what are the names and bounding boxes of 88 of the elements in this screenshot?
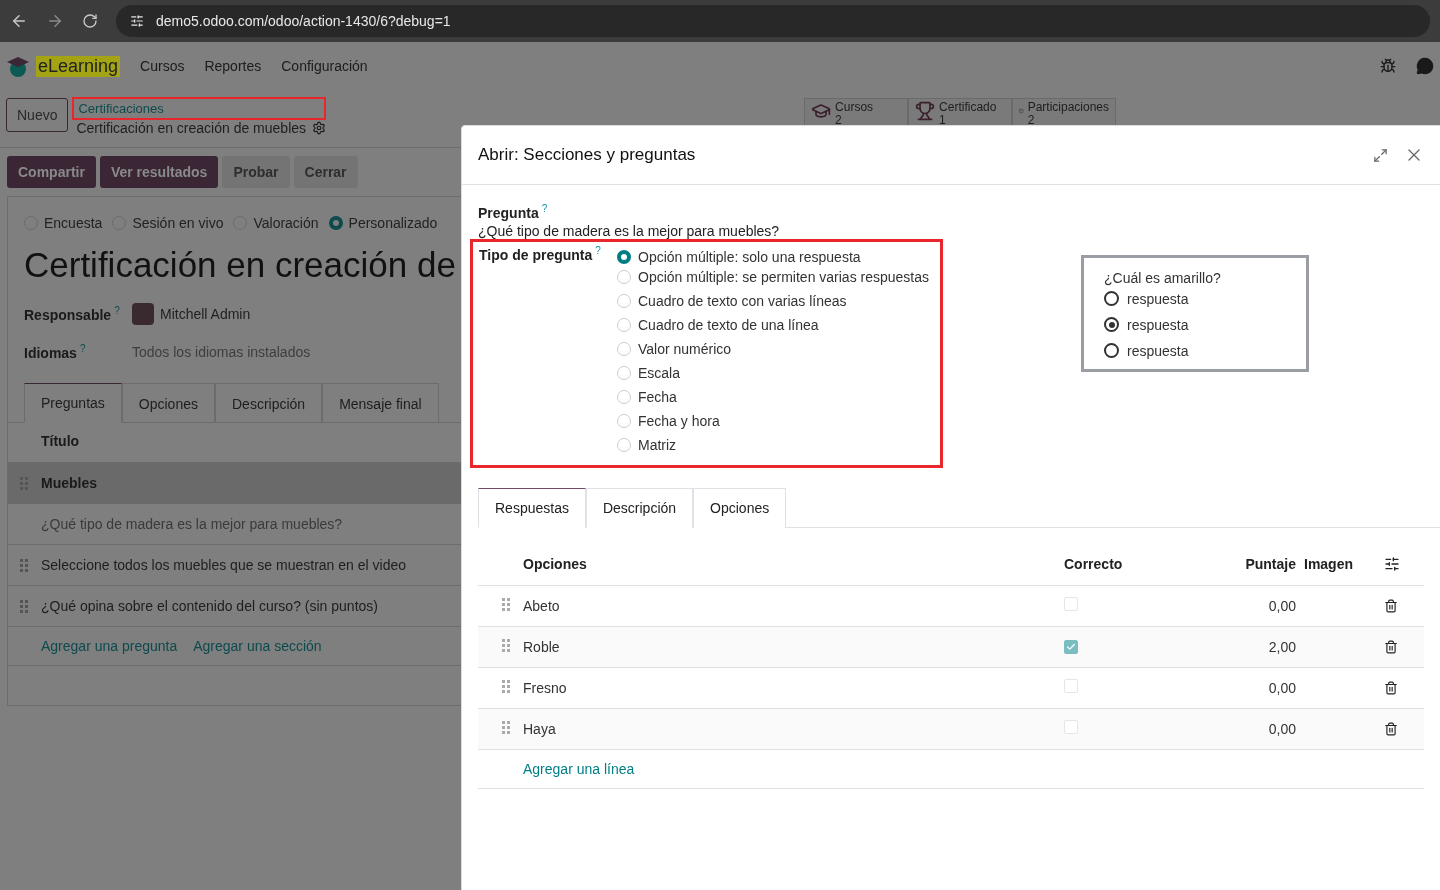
add-link[interactable]: Agregar una pregunta bbox=[41, 638, 178, 654]
preview-answer: respuesta bbox=[1127, 316, 1189, 333]
radio-label: Opción múltiple: solo una respuesta bbox=[638, 248, 861, 265]
preview-question: ¿Cuál es amarillo? bbox=[1104, 269, 1222, 286]
field-label: Tipo de pregunta $^{?}$ bbox=[479, 244, 602, 265]
table-cell-text: Fresno bbox=[523, 679, 568, 696]
trash-icon[interactable] bbox=[1384, 721, 1398, 736]
graduation-cap-icon bbox=[811, 101, 832, 121]
settings-icon[interactable] bbox=[312, 121, 327, 135]
table-cell-text: Abeto bbox=[523, 597, 561, 614]
action-button[interactable]: Compartir bbox=[7, 156, 96, 188]
action-button[interactable]: Probar bbox=[222, 156, 290, 188]
forward-icon[interactable] bbox=[46, 12, 64, 30]
avatar bbox=[132, 303, 154, 325]
tab[interactable]: Mensaje final bbox=[322, 383, 439, 423]
field-label: Pregunta $^{?}$ bbox=[478, 203, 549, 221]
tab[interactable]: Opciones bbox=[693, 487, 787, 528]
column-header: Opciones bbox=[523, 556, 588, 573]
table-cell-text: Haya bbox=[523, 720, 557, 737]
tab[interactable]: Opciones bbox=[121, 383, 215, 423]
bug-icon[interactable] bbox=[1380, 58, 1396, 74]
column-header: Título bbox=[41, 433, 80, 449]
menu-item[interactable]: Cursos bbox=[140, 58, 185, 74]
column-header: Imagen bbox=[1304, 556, 1354, 573]
table-cell-text: 0,00 bbox=[1267, 720, 1297, 737]
trophy-icon bbox=[915, 101, 936, 121]
trash-icon[interactable] bbox=[1384, 598, 1398, 613]
field-label: Idiomas $^{?}$ bbox=[24, 343, 87, 361]
radio-label: Matriz bbox=[638, 437, 677, 454]
column-header: Puntaje bbox=[1244, 556, 1297, 573]
drag-handle-icon[interactable] bbox=[20, 599, 28, 613]
checkbox[interactable] bbox=[1064, 639, 1078, 654]
check-icon bbox=[1066, 641, 1076, 652]
language-field[interactable]: Todos los idiomas instalados bbox=[132, 344, 311, 360]
breadcrumb-link[interactable]: Certificaciones bbox=[72, 97, 327, 120]
dialog-title: Abrir: Secciones y preguntas bbox=[478, 145, 697, 165]
radio-label: Valor numérico bbox=[638, 341, 732, 358]
chat-icon[interactable] bbox=[1416, 57, 1434, 75]
drag-handle-icon[interactable] bbox=[20, 558, 28, 572]
table-cell-text: Roble bbox=[523, 638, 561, 655]
radio-button[interactable] bbox=[328, 216, 343, 230]
radio-label: Escala bbox=[638, 365, 681, 382]
record-name: Certificación en creación de muebles bbox=[76, 120, 307, 136]
preview-answer: respuesta bbox=[1127, 342, 1189, 359]
menu-item[interactable]: Configuración bbox=[281, 58, 368, 74]
new-button[interactable]: Nuevo bbox=[6, 98, 69, 132]
radio-label: Cuadro de texto de una línea bbox=[638, 317, 819, 334]
drag-handle-icon[interactable] bbox=[502, 679, 510, 693]
menu-item[interactable]: Reportes bbox=[204, 58, 262, 74]
radio-label: Opción múltiple: se permiten varias respuestas bbox=[638, 269, 930, 286]
question-text: ¿Qué tipo de madera es la mejor para muebles? bbox=[478, 222, 781, 239]
column-header: Correcto bbox=[1064, 556, 1124, 573]
trash-icon[interactable] bbox=[1384, 639, 1398, 654]
graduation-cap-logo[interactable] bbox=[6, 54, 30, 78]
tab[interactable]: Preguntas bbox=[24, 383, 122, 423]
radio-label: Fecha bbox=[638, 389, 677, 406]
address-bar[interactable]: demo5.odoo.com/odoo/action-1430/6?debug=1 bbox=[116, 5, 1430, 37]
table-cell-text: 2,00 bbox=[1267, 638, 1297, 655]
radio-label: Sesión en vivo bbox=[132, 215, 224, 231]
app-name[interactable]: eLearning bbox=[36, 55, 121, 77]
drag-handle-icon[interactable] bbox=[502, 638, 510, 652]
radio-label: Encuesta bbox=[44, 215, 103, 231]
site-settings-icon[interactable] bbox=[130, 14, 144, 28]
record-title: Certificación en creación de bbox=[24, 245, 457, 285]
radio-label: Fecha y hora bbox=[638, 413, 720, 430]
tab[interactable]: Respuestas bbox=[478, 487, 586, 528]
tab[interactable]: Descripción bbox=[215, 383, 323, 423]
back-icon[interactable] bbox=[10, 12, 28, 30]
radio-label: Personalizado bbox=[348, 215, 438, 231]
table-cell-text: 0,00 bbox=[1267, 597, 1297, 614]
drag-handle-icon[interactable] bbox=[502, 597, 510, 611]
radio-label: Cuadro de texto con varias líneas bbox=[638, 293, 847, 310]
column-settings-icon[interactable] bbox=[1384, 556, 1400, 573]
table-cell-text: 0,00 bbox=[1267, 679, 1297, 696]
drag-handle-icon[interactable] bbox=[502, 720, 510, 734]
preview-answer: respuesta bbox=[1127, 290, 1189, 307]
field-value: Mitchell Admin bbox=[160, 306, 251, 322]
tab[interactable]: Descripción bbox=[585, 487, 694, 528]
action-button[interactable]: Ver resultados bbox=[99, 156, 219, 188]
radio-button[interactable] bbox=[617, 249, 631, 264]
expand-button[interactable] bbox=[1373, 147, 1388, 163]
radio-label: Valoración bbox=[253, 215, 319, 231]
reload-icon[interactable] bbox=[82, 13, 98, 29]
add-line-link[interactable]: Agregar una línea bbox=[523, 760, 635, 777]
trash-icon[interactable] bbox=[1384, 680, 1398, 695]
field-label: Responsable $^{?}$ bbox=[24, 305, 121, 323]
action-button[interactable]: Cerrar bbox=[293, 156, 358, 188]
add-link[interactable]: Agregar una sección bbox=[193, 638, 322, 654]
